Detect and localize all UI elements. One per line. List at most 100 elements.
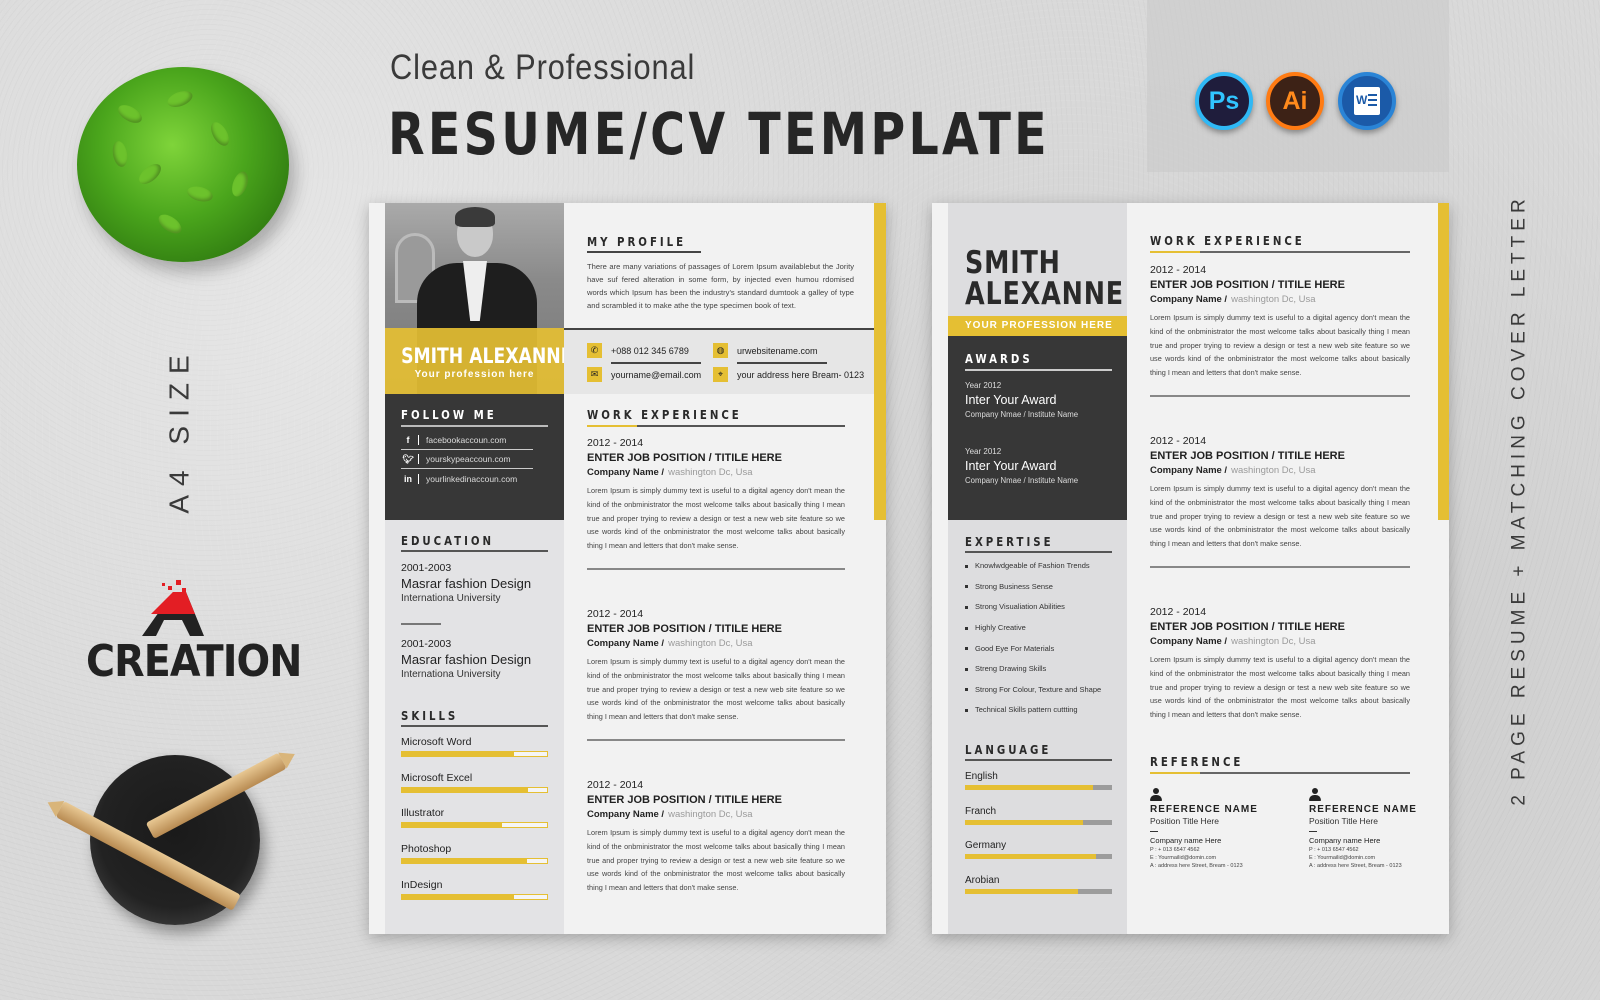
person-icon (1150, 788, 1162, 801)
vertical-tagline: 2 PAGE RESUME + MATCHING COVER LETTER (1505, 194, 1535, 805)
skill-label: Illustrator (401, 807, 445, 820)
language-item: English (965, 771, 1112, 790)
divider (587, 568, 845, 570)
divider (401, 550, 548, 552)
expertise-item: Good Eye For Materials (965, 638, 1125, 659)
education-years: 2001-2003 (401, 562, 452, 574)
reference-item: REFERENCE NAME Position Title Here Company… (1150, 788, 1270, 869)
reference-phone: P : + 013 6547 4562 (1150, 847, 1200, 853)
company-name: Company Name / (587, 638, 665, 649)
address-text: your address here Bream- 0123 (737, 369, 865, 380)
education-heading: EDUCATION (401, 534, 495, 548)
language-bar (965, 854, 1112, 860)
photoshop-icon: Ps (1195, 72, 1253, 130)
company-location: washington Dc, Usa (1231, 465, 1316, 476)
job-description: Lorem Ipsum is simply dummy text is usef… (1150, 484, 1410, 549)
job-position: ENTER JOB POSITION / TITILE HERE (1150, 450, 1345, 462)
word-label: W (1356, 93, 1368, 107)
divider (1150, 566, 1410, 568)
company-location: washington Dc, Usa (668, 467, 753, 478)
divider (587, 251, 701, 253)
contact-address: ⌖ your address here Bream- 0123 (713, 367, 864, 382)
divider (1309, 831, 1317, 832)
reference-name: REFERENCE NAME (1150, 804, 1258, 815)
divider (401, 425, 548, 427)
skill-bar (401, 786, 548, 793)
illustrator-label: Ai (1282, 86, 1308, 115)
company-location: washington Dc, Usa (668, 809, 753, 820)
creation-logo: CREATION (86, 540, 302, 687)
award-title: Inter Your Award (965, 459, 1057, 473)
skill-bar (401, 751, 548, 757)
candidate-name: SMITH ALEXANNE (401, 344, 573, 368)
reference-email: E : Yourmailid@domin.com (1309, 855, 1376, 861)
job-item: 2012 - 2014 ENTER JOB POSITION / TITILE H… (587, 779, 845, 895)
social-facebook[interactable]: f facebookaccoun.com (401, 431, 533, 450)
language-label: Germany (965, 840, 1007, 852)
word-document-glyph: W (1354, 87, 1380, 115)
job-item: 2012 - 2014 ENTER JOB POSITION / TITILE H… (587, 608, 845, 724)
email-text[interactable]: yourname@email.com (611, 370, 701, 380)
a4-size-text: A4 SIZE (164, 346, 196, 514)
linkedin-icon: in (404, 473, 412, 484)
job-description: Lorem Ipsum is simply dummy text is usef… (1150, 313, 1410, 378)
company-name: Company Name / (587, 467, 665, 478)
education-school: Internationa University (401, 593, 501, 604)
award-item: Year 2012 Inter Your Award Company Nmae … (965, 447, 1078, 485)
skill-item: InDesign (401, 879, 548, 900)
skills-heading: SKILLS (401, 709, 459, 723)
reference-name: REFERENCE NAME (1309, 804, 1417, 815)
language-bar (965, 889, 1112, 895)
company-location: washington Dc, Usa (1231, 294, 1316, 305)
illustrator-icon: Ai (1266, 72, 1324, 130)
website-text[interactable]: urwebsitename.com (737, 346, 818, 356)
accent-edge (874, 203, 886, 520)
divider (1150, 251, 1410, 253)
job-item: 2012 - 2014 ENTER JOB POSITION / TITILE H… (1150, 606, 1410, 722)
language-item: Franch (965, 806, 1112, 825)
job-company: Company Name / washington Dc, Usa (1150, 465, 1410, 476)
job-company: Company Name / washington Dc, Usa (587, 809, 845, 820)
education-item: 2001-2003 Masrar fashion Design Internat… (401, 562, 531, 604)
skill-bar (401, 858, 548, 865)
job-item: 2012 - 2014 ENTER JOB POSITION / TITILE H… (1150, 264, 1410, 380)
language-bar (965, 819, 1112, 825)
location-icon: ⌖ (713, 367, 728, 382)
divider (1150, 831, 1158, 832)
candidate-profession: YOUR PROFESSION HERE (948, 316, 1127, 336)
company-name: Company Name / (1150, 636, 1228, 647)
vertical-tagline-text: 2 PAGE RESUME + MATCHING COVER LETTER (1509, 194, 1530, 806)
job-years: 2012 - 2014 (587, 608, 644, 620)
job-position: ENTER JOB POSITION / TITILE HERE (587, 623, 782, 635)
education-degree: Masrar fashion Design (401, 576, 532, 591)
twitter-icon: 🐦︎ (402, 453, 414, 464)
social-linkedin[interactable]: in yourlinkedinaccoun.com (401, 469, 533, 488)
job-company: Company Name / washington Dc, Usa (587, 638, 845, 649)
skill-bar (401, 822, 548, 829)
education-degree: Masrar fashion Design (401, 652, 532, 667)
divider (1150, 772, 1410, 774)
job-years: 2012 - 2014 (1150, 435, 1207, 447)
reference-company: Company name Here (1150, 836, 1222, 845)
social-twitter[interactable]: 🐦︎ yourskypeaccoun.com (401, 450, 533, 469)
skill-bar-fill (402, 787, 529, 792)
social-link[interactable]: yourlinkedinaccoun.com (426, 474, 517, 484)
language-item: Germany (965, 840, 1112, 860)
divider (587, 739, 845, 741)
social-link[interactable]: facebookaccoun.com (426, 435, 506, 445)
award-org: Company Nmae / Institute Name (965, 476, 1079, 485)
social-link[interactable]: yourskypeaccoun.com (426, 454, 511, 464)
reference-position: Position Title Here (1309, 816, 1378, 826)
skill-item: Microsoft Excel (401, 772, 548, 793)
phone-icon: ✆ (587, 343, 602, 358)
first-name: SMITH (965, 245, 1061, 281)
logo-a-icon (142, 580, 204, 636)
expertise-item: Strong Business Sense (965, 577, 1125, 598)
language-bar-fill (965, 889, 1079, 895)
expertise-item: Knowlwdgeable of Fashion Trends (965, 556, 1125, 577)
skill-bar-fill (402, 752, 514, 756)
expertise-item: Strong For Colour, Texture and Shape (965, 680, 1125, 701)
company-location: washington Dc, Usa (668, 638, 753, 649)
job-position: ENTER JOB POSITION / TITILE HERE (1150, 621, 1345, 633)
contact-section (564, 328, 874, 394)
